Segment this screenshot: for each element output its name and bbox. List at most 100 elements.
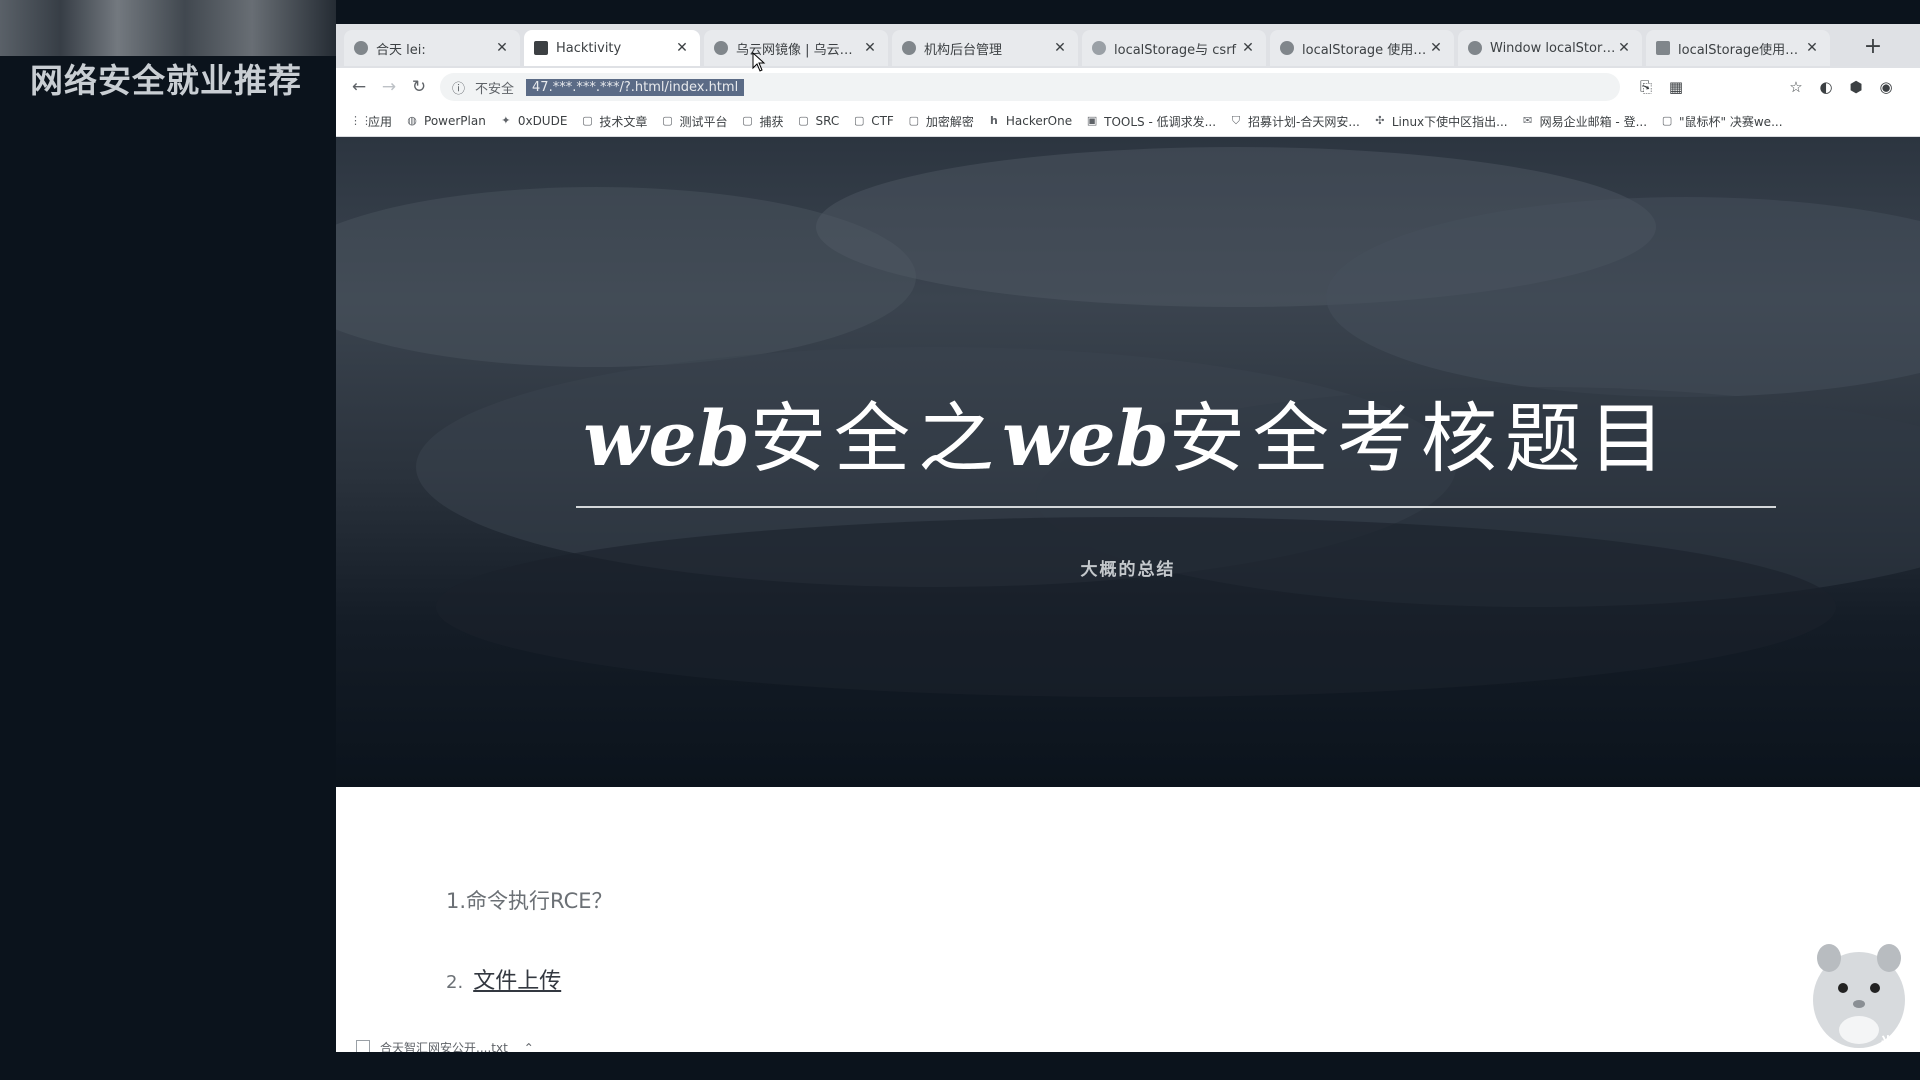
extension-g-icon[interactable]: ◐: [1816, 77, 1836, 97]
close-icon[interactable]: ✕: [862, 40, 878, 56]
shield-icon: [354, 41, 368, 55]
back-icon[interactable]: ←: [346, 74, 372, 100]
bookmark-src[interactable]: ▢ SRC: [797, 114, 839, 128]
url-text[interactable]: 47.***.***.***/?.html/index.html: [526, 78, 745, 96]
hero-divider: [576, 506, 1776, 508]
globe-icon: [1280, 41, 1294, 55]
question-2-number: 2.: [446, 972, 464, 993]
tab-wooyun[interactable]: 乌云网镜像 | 乌云知识 ✕: [704, 30, 888, 66]
extension-shield-icon[interactable]: ⬢: [1846, 77, 1866, 97]
page-icon: ▢: [582, 114, 593, 127]
tab-strip: 合天 lei: ✕ Hacktivity ✕ 乌云网镜像 | 乌云知识 ✕ 机构…: [336, 24, 1920, 68]
bookmark-recruit[interactable]: ⛉ 招募计划-合天网安...: [1230, 113, 1360, 130]
tab-localstorage-guide[interactable]: localStorage 使用指南 ✕: [1270, 30, 1454, 66]
hero-title-web-2: web: [1002, 394, 1169, 483]
bookmark-ctf[interactable]: ▢ CTF: [853, 114, 894, 128]
close-icon[interactable]: ✕: [1052, 40, 1068, 56]
bookmark-tech-articles[interactable]: ▢ 技术文章: [581, 113, 647, 130]
close-icon[interactable]: ✕: [1428, 40, 1444, 56]
page-icon: ▢: [662, 114, 673, 127]
article-body: 1.命令执行RCE？ 2. 文件上传 合天智汇网安公开....txt ⌃: [336, 787, 1920, 1052]
tab-hetian[interactable]: 合天 lei: ✕: [344, 30, 520, 66]
bookmark-hackerone[interactable]: h HackerOne: [988, 114, 1072, 128]
close-icon[interactable]: ✕: [1240, 40, 1256, 56]
close-icon[interactable]: ✕: [494, 40, 510, 56]
tab-label: localStorage与 csrf: [1114, 42, 1237, 58]
bookmark-label: 0xDUDE: [517, 114, 568, 128]
tab-window-localstorage[interactable]: Window localStorage ✕: [1458, 30, 1642, 66]
bookmark-0xdude[interactable]: ✦ 0xDUDE: [500, 114, 568, 128]
bookmark-mouse-cup[interactable]: ▢ "鼠标杯" 决赛we...: [1661, 113, 1783, 130]
tab-admin[interactable]: 机构后台管理 ✕: [892, 30, 1078, 66]
bookmark-label: TOOLS - 低调求发...: [1104, 114, 1217, 129]
hero-banner: web安全之web安全考核题目 大概的总结: [336, 137, 1920, 787]
grid-icon[interactable]: ▦: [1666, 77, 1686, 97]
tab-localstorage-summary[interactable]: localStorage使用总结 ✕: [1646, 30, 1830, 66]
question-2-link[interactable]: 文件上传: [473, 969, 561, 994]
reload-icon[interactable]: ↻: [406, 74, 432, 100]
browser-window: 合天 lei: ✕ Hacktivity ✕ 乌云网镜像 | 乌云知识 ✕ 机构…: [336, 24, 1920, 1052]
close-icon[interactable]: ✕: [1804, 40, 1820, 56]
bookmark-label: 测试平台: [679, 114, 728, 129]
forward-icon[interactable]: →: [376, 74, 402, 100]
bookmark-netease-mail[interactable]: ✉ 网易企业邮箱 - 登...: [1522, 113, 1647, 130]
bookmark-linux[interactable]: ✣ Linux下使中区指出...: [1374, 113, 1507, 130]
bookmark-apps[interactable]: ⋮⋮ 应用: [350, 113, 392, 130]
bookmark-tools[interactable]: ▣ TOOLS - 低调求发...: [1086, 113, 1216, 130]
bookmark-label: "鼠标杯" 决赛we...: [1679, 114, 1783, 129]
h-icon: [534, 41, 548, 55]
bookmark-label: PowerPlan: [424, 114, 486, 128]
new-tab-button[interactable]: +: [1860, 34, 1886, 60]
bird-icon: ✦: [501, 114, 511, 127]
h-icon: h: [989, 114, 998, 127]
wooyun-icon: [714, 41, 728, 55]
bookmark-crypto[interactable]: ▢ 加密解密: [908, 113, 974, 130]
google-icon: [1092, 41, 1106, 55]
bottom-dark-bar: [0, 1052, 1920, 1080]
blurred-thumbnail-strip: [0, 0, 336, 56]
file-icon: [356, 1039, 370, 1052]
tab-localstorage-csrf[interactable]: localStorage与 csrf ✕: [1082, 30, 1266, 66]
globe-icon: ◍: [407, 114, 417, 127]
mouse-cursor-icon: [752, 52, 766, 72]
address-bar[interactable]: ⓘ 不安全 47.***.***.***/?.html/index.html: [440, 73, 1620, 101]
chevron-up-icon[interactable]: ⌃: [524, 1041, 534, 1053]
bookmark-label: 技术文章: [599, 114, 648, 129]
translate-icon[interactable]: ⎘: [1636, 77, 1656, 97]
apps-grid-icon: ⋮⋮: [350, 114, 372, 127]
page-icon: ▢: [1661, 114, 1673, 127]
info-icon[interactable]: ⓘ: [452, 78, 465, 97]
bookmark-label: SRC: [815, 114, 840, 128]
tab-label: 机构后台管理: [924, 42, 1003, 58]
page-icon: [1656, 41, 1670, 55]
close-icon[interactable]: ✕: [674, 40, 690, 56]
star-icon[interactable]: ☆: [1786, 77, 1806, 97]
page-icon: ▢: [798, 114, 809, 127]
hero-title-part-2: 安全考核题目: [1168, 394, 1673, 483]
bookmark-test-platform[interactable]: ▢ 测试平台: [661, 113, 727, 130]
bookmarks-bar: ⋮⋮ 应用 ◍ PowerPlan ✦ 0xDUDE ▢ 技术文章 ▢ 测试平台 ▢ 捕获 …: [336, 106, 1920, 137]
download-bar-item[interactable]: 合天智汇网安公开....txt ⌃: [356, 1039, 534, 1052]
bookmark-label: 应用: [368, 114, 393, 129]
extension-circle-icon[interactable]: ◉: [1876, 77, 1896, 97]
question-1: 1.命令执行RCE？: [446, 889, 613, 913]
hamster-mascot-icon: [1813, 944, 1905, 1048]
hero-title: web安全之web安全考核题目: [336, 377, 1920, 487]
bookmark-capture[interactable]: ▢ 捕获: [741, 113, 783, 130]
browser-toolbar: ← → ↻ ⓘ 不安全 47.***.***.***/?.html/index.…: [336, 68, 1920, 106]
bookmark-label: HackerOne: [1005, 114, 1073, 128]
page-icon: ▢: [742, 114, 753, 127]
close-icon[interactable]: ✕: [1616, 40, 1632, 56]
tab-label: Window localStorage: [1490, 40, 1616, 56]
bookmark-powerplan[interactable]: ◍ PowerPlan: [406, 114, 486, 128]
hero-subtitle: 大概的总结: [1080, 560, 1176, 580]
tab-hacktivity[interactable]: Hacktivity ✕: [524, 30, 700, 66]
linux-icon: ✣: [1375, 114, 1385, 127]
bookmark-label: CTF: [871, 114, 894, 128]
ime-width-indicator[interactable]: 半: [1880, 1030, 1896, 1054]
tab-label: localStorage 使用指南: [1302, 42, 1428, 58]
tab-label: 合天 lei:: [376, 42, 426, 58]
shield-icon: ⛉: [1231, 114, 1241, 127]
globe-icon: [1468, 41, 1482, 55]
page-icon: ▢: [854, 114, 865, 127]
